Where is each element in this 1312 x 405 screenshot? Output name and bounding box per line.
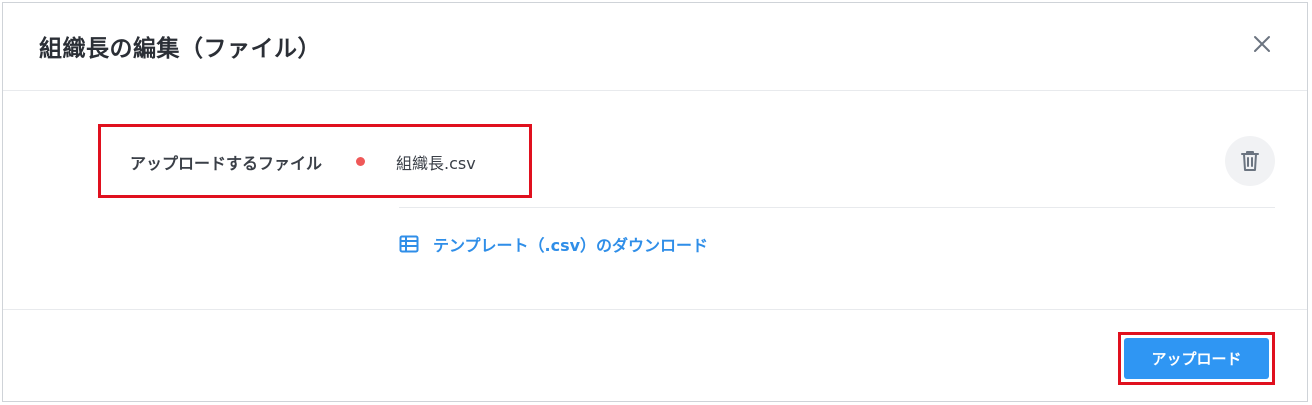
dialog-body: アップロードするファイル 組織長.csv テンプレート（.csv）のダウンロード bbox=[3, 91, 1307, 310]
selected-file-name: 組織長.csv bbox=[396, 154, 476, 173]
trash-icon bbox=[1241, 151, 1259, 171]
close-button[interactable] bbox=[1247, 29, 1277, 59]
close-icon bbox=[1254, 36, 1270, 52]
table-icon bbox=[399, 235, 419, 253]
dialog-header: 組織長の編集（ファイル） bbox=[3, 3, 1307, 91]
dialog-footer: アップロード bbox=[3, 309, 1307, 401]
upload-button[interactable]: アップロード bbox=[1124, 338, 1269, 379]
delete-file-button[interactable] bbox=[1225, 136, 1275, 186]
template-link-label: テンプレート（.csv）のダウンロード bbox=[433, 236, 709, 255]
edit-dialog: 組織長の編集（ファイル） アップロードするファイル 組織長.csv テンプレート… bbox=[2, 2, 1308, 402]
field-divider bbox=[399, 207, 1275, 208]
required-indicator bbox=[356, 157, 365, 166]
upload-file-label: アップロードするファイル bbox=[130, 154, 323, 173]
dialog-title: 組織長の編集（ファイル） bbox=[39, 36, 321, 62]
template-download-link[interactable]: テンプレート（.csv）のダウンロード bbox=[399, 232, 708, 256]
